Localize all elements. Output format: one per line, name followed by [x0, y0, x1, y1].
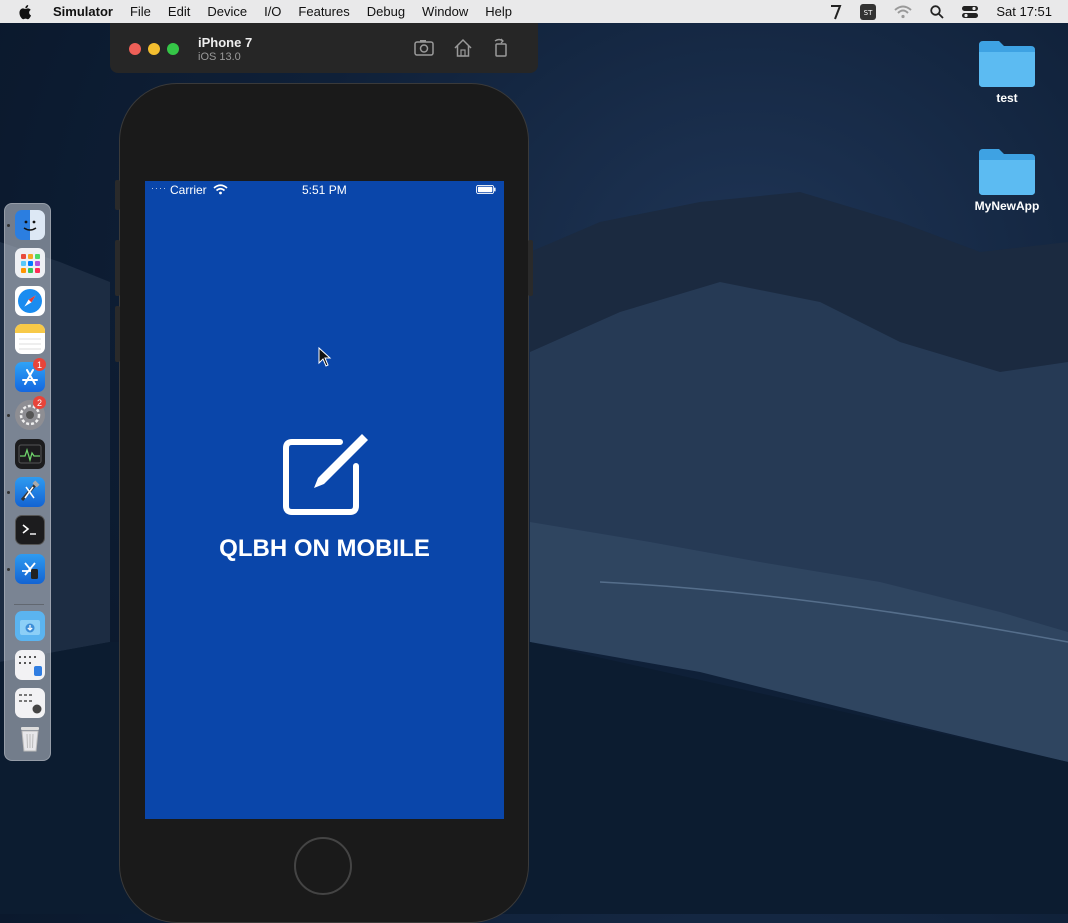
menu-edit[interactable]: Edit	[168, 4, 190, 19]
mouse-cursor-icon	[318, 347, 332, 367]
finder-icon[interactable]	[15, 210, 45, 240]
volume-up-button[interactable]	[115, 240, 120, 296]
document-stack-icon[interactable]	[15, 650, 45, 680]
spotlight-search-icon[interactable]	[930, 4, 944, 19]
document-stack-2-icon[interactable]	[15, 688, 45, 718]
folder-icon	[979, 41, 1035, 87]
menu-io[interactable]: I/O	[264, 4, 281, 19]
menu-debug[interactable]: Debug	[367, 4, 405, 19]
activity-monitor-icon[interactable]	[15, 439, 45, 469]
wifi-icon[interactable]	[894, 5, 913, 19]
simulator-window-titlebar: iPhone 7 iOS 13.0	[110, 23, 538, 73]
running-indicator	[7, 224, 10, 227]
svg-text:ST: ST	[864, 9, 873, 17]
desktop-folder-test[interactable]: test	[967, 37, 1047, 105]
signal-strength-icon: ····	[151, 183, 167, 193]
running-indicator	[7, 414, 10, 417]
menu-app-name[interactable]: Simulator	[53, 4, 113, 19]
menu-bar: Simulator File Edit Device I/O Features …	[0, 0, 1068, 23]
app-store-badge: 1	[33, 358, 46, 371]
simulator-os-version: iOS 13.0	[198, 51, 241, 63]
status-time: 5:51 PM	[302, 183, 347, 197]
menu-bar-status-area: ST Sat 17:51	[810, 0, 1052, 23]
volume-down-button[interactable]	[115, 306, 120, 362]
menu-bar-clock[interactable]: Sat 17:51	[996, 4, 1052, 19]
pen-tool-icon[interactable]	[828, 4, 842, 20]
edit-square-icon	[283, 434, 368, 515]
safari-icon[interactable]	[15, 286, 45, 316]
minimize-window-button[interactable]	[148, 43, 160, 55]
terminal-icon[interactable]	[15, 515, 45, 545]
ios-status-bar: ···· Carrier 5:51 PM	[145, 181, 504, 199]
menu-file[interactable]: File	[130, 4, 151, 19]
apple-menu-icon[interactable]	[17, 3, 35, 21]
zoom-window-button[interactable]	[167, 43, 179, 55]
phone-screen[interactable]: ···· Carrier 5:51 PM QLBH ON MOBILE	[145, 181, 504, 819]
control-center-icon[interactable]	[962, 5, 979, 19]
xcode-icon[interactable]	[15, 477, 45, 507]
menu-help[interactable]: Help	[485, 4, 512, 19]
close-window-button[interactable]	[129, 43, 141, 55]
screenshot-icon[interactable]	[413, 37, 435, 59]
battery-icon	[476, 185, 496, 194]
running-indicator	[7, 491, 10, 494]
simulator-device-name: iPhone 7	[198, 35, 253, 50]
menu-device[interactable]: Device	[207, 4, 247, 19]
home-button[interactable]	[294, 837, 352, 895]
menu-window[interactable]: Window	[422, 4, 468, 19]
folder-label: MyNewApp	[974, 199, 1040, 213]
app-title: QLBH ON MOBILE	[219, 535, 430, 562]
running-indicator	[7, 568, 10, 571]
launchpad-icon[interactable]	[15, 248, 45, 278]
trash-icon[interactable]	[15, 724, 45, 754]
downloads-folder-icon[interactable]	[15, 611, 45, 641]
menu-features[interactable]: Features	[298, 4, 349, 19]
rotate-icon[interactable]	[490, 37, 512, 59]
notes-icon[interactable]	[15, 324, 45, 354]
simulator-icon[interactable]	[15, 554, 45, 584]
folder-icon	[979, 149, 1035, 195]
input-source-icon[interactable]: ST	[860, 3, 877, 20]
system-preferences-badge: 2	[33, 396, 46, 409]
dock: 1 2	[4, 203, 51, 761]
power-button[interactable]	[528, 240, 533, 296]
carrier-label: Carrier	[170, 183, 207, 197]
home-icon[interactable]	[452, 37, 474, 59]
dock-separator	[14, 604, 44, 605]
desktop-folder-mynewapp[interactable]: MyNewApp	[967, 145, 1047, 213]
folder-label: test	[996, 91, 1018, 105]
wifi-icon	[213, 184, 228, 195]
ringer-switch[interactable]	[115, 180, 120, 210]
